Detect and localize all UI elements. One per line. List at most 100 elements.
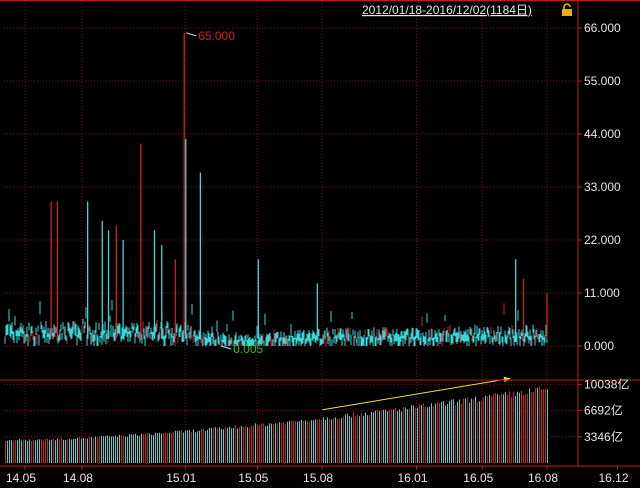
volume-bar xyxy=(427,407,428,463)
volume-bar xyxy=(161,433,162,463)
volume-bar xyxy=(507,394,508,463)
volume-bar xyxy=(167,432,168,463)
volume-bar xyxy=(49,440,50,463)
volume-bar xyxy=(303,421,304,463)
volume-bar xyxy=(249,427,250,463)
volume-bar xyxy=(131,434,132,463)
sub-bars xyxy=(5,376,548,463)
volume-bar xyxy=(447,403,448,463)
volume-bar xyxy=(55,440,56,463)
volume-bar xyxy=(323,417,324,463)
volume-bar xyxy=(255,423,256,463)
volume-bar xyxy=(393,409,394,463)
volume-bar xyxy=(309,421,310,463)
volume-bar xyxy=(535,388,536,463)
volume-bar xyxy=(513,391,514,463)
volume-bar xyxy=(349,416,350,463)
y-tick-label: 66.000 xyxy=(584,21,621,35)
volume-bar xyxy=(43,440,44,463)
chart-window: 0.000 11.000 22.000 33.000 44.000 55.000 66.00… xyxy=(0,0,640,488)
volume-bar xyxy=(525,394,526,463)
volume-bar xyxy=(389,409,390,463)
volume-bar xyxy=(109,436,110,463)
volume-bar xyxy=(377,409,378,463)
volume-bar xyxy=(395,408,396,463)
volume-bar xyxy=(235,425,236,463)
volume-bar xyxy=(429,406,430,463)
volume-bar xyxy=(213,427,214,463)
volume-bar xyxy=(333,417,334,463)
volume-bar xyxy=(317,419,318,463)
x-tick-label: 14.05 xyxy=(6,471,36,485)
volume-bar xyxy=(301,420,302,463)
volume-bar xyxy=(385,409,386,463)
volume-bar xyxy=(33,439,34,463)
volume-bar xyxy=(263,423,264,463)
volume-bar xyxy=(375,410,376,463)
volume-bar xyxy=(469,402,470,463)
volume-bar xyxy=(179,430,180,463)
volume-bar xyxy=(419,404,420,463)
volume-bar xyxy=(53,438,54,463)
grid-layer xyxy=(4,4,578,463)
volume-bar xyxy=(137,435,138,463)
volume-bar xyxy=(189,429,190,463)
volume-bar xyxy=(151,434,152,463)
lock-icon[interactable] xyxy=(562,3,572,16)
volume-bar xyxy=(539,386,540,463)
volume-bar xyxy=(321,420,322,463)
volume-bar xyxy=(505,391,506,463)
volume-bar xyxy=(455,404,456,463)
volume-bar xyxy=(475,396,476,463)
volume-bar xyxy=(23,439,24,463)
volume-bar xyxy=(219,427,220,463)
volume-bar xyxy=(45,438,46,463)
x-tick-label: 15.01 xyxy=(166,471,196,485)
volume-bar xyxy=(345,414,346,463)
volume-bar xyxy=(69,439,70,463)
volume-bar xyxy=(325,419,326,463)
x-tick-label: 16.08 xyxy=(528,471,558,485)
volume-bar xyxy=(463,398,464,463)
volume-bar xyxy=(443,401,444,463)
volume-bar xyxy=(157,433,158,463)
volume-bar xyxy=(95,436,96,463)
volume-bar xyxy=(207,429,208,463)
volume-bar xyxy=(543,389,544,463)
volume-bar xyxy=(183,432,184,463)
volume-bar xyxy=(31,440,32,463)
volume-bar xyxy=(27,440,28,463)
volume-bar xyxy=(187,430,188,463)
max-pointer xyxy=(186,32,197,37)
volume-bar xyxy=(485,395,486,463)
volume-bar xyxy=(75,438,76,463)
volume-bar xyxy=(387,411,388,463)
volume-bar xyxy=(225,427,226,463)
date-range-label[interactable]: 2012/01/18-2016/12/02(1184日) xyxy=(362,3,532,17)
volume-bar xyxy=(21,440,22,463)
volume-bar xyxy=(201,429,202,463)
volume-bar xyxy=(111,436,112,463)
min-value-label: 0.005 xyxy=(233,342,263,356)
volume-bar xyxy=(35,440,36,463)
volume-bar xyxy=(115,435,116,463)
volume-bar xyxy=(495,393,496,463)
volume-bar xyxy=(61,437,62,463)
volume-bar xyxy=(253,425,254,463)
volume-bar xyxy=(277,423,278,463)
volume-bar xyxy=(425,406,426,463)
volume-bar xyxy=(237,428,238,463)
volume-bar xyxy=(523,395,524,463)
x-tick-label: 16.05 xyxy=(463,471,493,485)
volume-bar xyxy=(299,421,300,463)
volume-bar xyxy=(153,435,154,463)
volume-bar xyxy=(291,420,292,463)
volume-bar xyxy=(211,427,212,463)
volume-bar xyxy=(173,432,174,463)
volume-bar xyxy=(269,423,270,463)
volume-bar xyxy=(93,437,94,463)
volume-bar xyxy=(465,398,466,463)
volume-bar xyxy=(205,430,206,463)
volume-bar xyxy=(65,439,66,463)
volume-bar xyxy=(341,418,342,463)
